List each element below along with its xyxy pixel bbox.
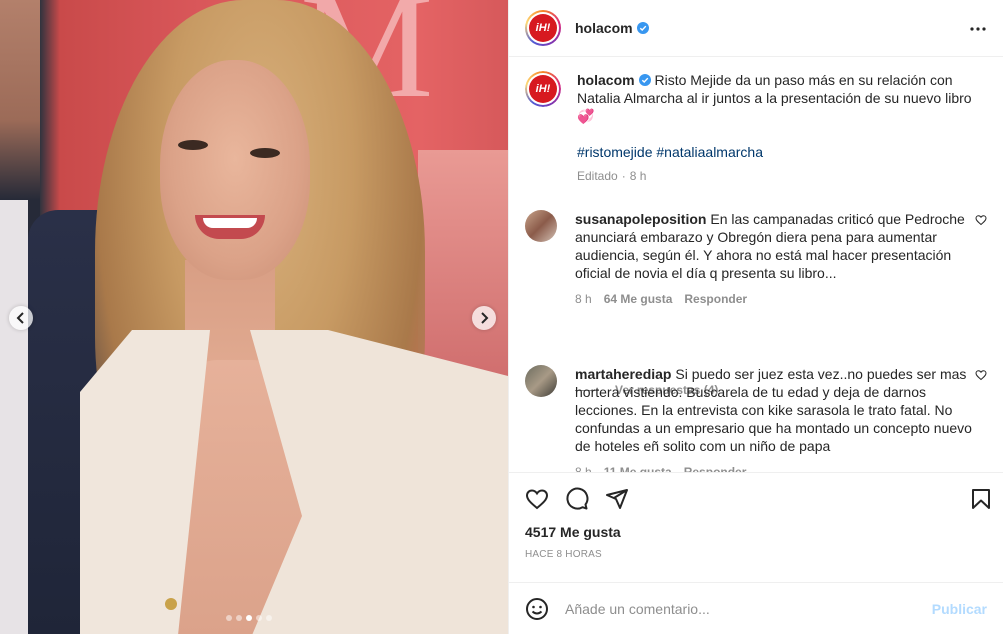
person-left-shirt [0,200,28,634]
comment-item: susanapoleposition En las campanadas cri… [525,210,987,308]
background-poster [418,150,508,380]
heart-icon[interactable] [525,487,549,511]
reply-button[interactable]: Responder [684,463,747,472]
caption-text: Risto Mejide da un paso más en su relaci… [577,72,972,124]
likes-count[interactable]: 4517 Me gusta [509,524,1003,546]
caption: iH! holacom Risto Mejide da un paso más … [525,71,987,185]
caption-hashtags[interactable]: #ristomejide #nataliaalmarcha [577,144,763,160]
caption-username[interactable]: holacom [577,72,635,88]
caption-time[interactable]: 8 h [630,167,647,185]
avatar-logo: iH! [529,14,557,42]
more-icon[interactable] [969,20,987,38]
comment-time[interactable]: 8 h [575,290,592,308]
caption-avatar-logo: iH! [529,75,557,103]
woman-face [160,60,310,280]
post-timestamp[interactable]: HACE 8 HORAS [509,546,1003,582]
comment-like-heart-icon[interactable] [975,214,987,226]
comment-input[interactable] [565,600,932,617]
blazer-button [165,598,177,610]
carousel-dot [266,615,272,621]
carousel-indicator [226,615,272,621]
caption-separator: · [621,169,626,183]
publish-button[interactable]: Publicar [932,601,987,617]
username[interactable]: holacom [575,20,633,36]
left-eye [178,140,208,150]
verified-icon [638,74,651,86]
comments-list[interactable]: iH! holacom Risto Mejide da un paso más … [509,57,1003,472]
comment-likes[interactable]: 64 Me gusta [604,290,673,308]
post-image[interactable]: M [0,0,508,634]
comment-item: martaherediap Si puedo ser juez esta vez… [525,365,987,472]
post-side-panel: iH! holacom iH! holacom Risto Mejide da … [508,0,1003,634]
comment-icon[interactable] [565,487,589,511]
comment-time[interactable]: 8 h [575,463,592,472]
chevron-right-icon [481,312,489,324]
right-eye [250,148,280,158]
avatar[interactable]: iH! [525,10,561,46]
bookmark-icon[interactable] [969,487,993,511]
verified-icon [636,22,649,34]
comment-username[interactable]: martaherediap [575,366,671,382]
action-bar [509,472,1003,524]
chevron-left-icon [16,312,24,324]
carousel-prev-button[interactable] [9,306,33,330]
teeth [203,218,257,228]
reply-button[interactable]: Responder [684,290,747,308]
comment-avatar[interactable] [525,365,557,397]
carousel-next-button[interactable] [472,306,496,330]
carousel-dot [256,615,262,621]
caption-avatar[interactable]: iH! [525,71,561,107]
comment-username[interactable]: susanapoleposition [575,211,706,227]
comment-like-heart-icon[interactable] [975,369,987,381]
post-header: iH! holacom [509,0,1003,57]
comment-likes[interactable]: 11 Me gusta [604,463,672,472]
add-comment-bar: Publicar [509,582,1003,634]
carousel-dot [236,615,242,621]
instagram-post-modal: M iH! holacom [0,0,1003,634]
emoji-icon[interactable] [525,597,549,621]
comment-avatar[interactable] [525,210,557,242]
edited-label: Editado [577,169,618,183]
carousel-dot [246,615,252,621]
share-icon[interactable] [605,487,629,511]
carousel-dot [226,615,232,621]
